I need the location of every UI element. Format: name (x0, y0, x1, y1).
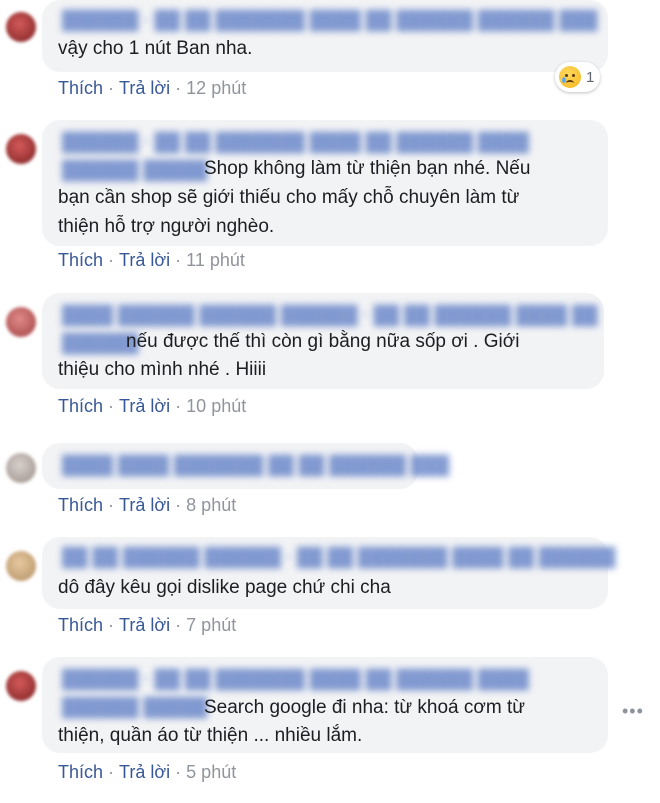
separator: · (175, 495, 182, 515)
comment-text: vậy cho 1 nút Ban nha. (58, 38, 253, 59)
comment-bubble: ██████ · ██ ██ ███████ ████ ██ ██████ ██… (42, 120, 608, 246)
reaction-badge[interactable]: 1 (555, 62, 601, 92)
comment-actions: Thích · Trả lời · 7 phút (58, 615, 236, 636)
reply-link[interactable]: Trả lời (119, 762, 170, 782)
blurred-author-name[interactable]: ██████ · ██ ██ ███████ ████ ██ ██████ ██… (62, 132, 529, 153)
separator: · (108, 396, 115, 416)
blurred-author-name[interactable]: ██████ █████ (62, 160, 207, 181)
reaction-count: 1 (586, 68, 595, 86)
comment-text: thiệu cho mình nhé . Hiiii (58, 359, 267, 380)
comment-time[interactable]: 5 phút (186, 762, 236, 782)
separator: · (108, 615, 115, 635)
reply-link[interactable]: Trả lời (119, 615, 170, 635)
comment-bubble: ██████ · ██ ██ ███████ ████ ██ ██████ ██… (42, 657, 608, 753)
comment-text: dô đây kêu gọi dislike page chứ chi cha (58, 577, 391, 598)
avatar[interactable] (6, 307, 36, 337)
more-options-icon[interactable]: ••• (622, 701, 644, 722)
comment-bubble: ████ ████ ███████ ██ ██ ██████ ███ (42, 443, 449, 489)
separator: · (175, 762, 182, 782)
separator: · (175, 615, 182, 635)
comment-actions: Thích · Trả lời · 5 phút (58, 762, 236, 783)
comment-actions: Thích · Trả lời · 8 phút (58, 495, 236, 516)
like-link[interactable]: Thích (58, 78, 103, 98)
reply-link[interactable]: Trả lời (119, 78, 170, 98)
comment-text: Search google đi nha: từ khoá cơm từ (204, 697, 525, 718)
comment-text: thiện, quần áo từ thiện ... nhiều lắm. (58, 725, 363, 746)
avatar[interactable] (6, 453, 36, 483)
like-link[interactable]: Thích (58, 615, 103, 635)
reply-link[interactable]: Trả lời (119, 396, 170, 416)
like-link[interactable]: Thích (58, 250, 103, 270)
blurred-author-name[interactable]: ██████ · ██ ██ ███████ ████ ██ ██████ ██… (62, 669, 529, 690)
like-link[interactable]: Thích (58, 762, 103, 782)
avatar[interactable] (6, 551, 36, 581)
comment-time[interactable]: 12 phút (186, 78, 246, 98)
comment-actions: Thích · Trả lời · 11 phút (58, 250, 245, 271)
blurred-author-name[interactable]: ████ ████ ███████ ██ ██ ██████ ███ (62, 455, 449, 476)
avatar[interactable] (6, 134, 36, 164)
separator: · (175, 78, 182, 98)
comment-bubble: ████ ██████ ██████ ██████ · ██ ██ ██████… (42, 293, 604, 389)
avatar[interactable] (6, 12, 36, 42)
blurred-author-name[interactable]: ██ ██ ██████ ██████ · ██ ██ ███████ ████… (62, 547, 615, 568)
comment-bubble: ██ ██ ██████ ██████ · ██ ██ ███████ ████… (42, 537, 615, 609)
like-link[interactable]: Thích (58, 495, 103, 515)
reply-link[interactable]: Trả lời (119, 495, 170, 515)
separator: · (108, 762, 115, 782)
comment-time[interactable]: 7 phút (186, 615, 236, 635)
separator: · (108, 78, 115, 98)
avatar[interactable] (6, 671, 36, 701)
blurred-author-name[interactable]: ████ ██████ ██████ ██████ · ██ ██ ██████… (62, 305, 598, 326)
separator: · (108, 495, 115, 515)
comment-actions: Thích · Trả lời · 12 phút (58, 78, 246, 99)
comment-time[interactable]: 8 phút (186, 495, 236, 515)
comment-text: bạn cần shop sẽ giới thiếu cho mấy chỗ c… (58, 187, 520, 208)
comment-text: nếu được thế thì còn gì bằng nữa sốp ơi … (126, 331, 520, 352)
separator: · (108, 250, 115, 270)
comment-bubble: ██████ · ██ ██ ███████ ████ ██ ██████ ██… (42, 0, 608, 72)
separator: · (175, 396, 182, 416)
reply-link[interactable]: Trả lời (119, 250, 170, 270)
comment-actions: Thích · Trả lời · 10 phút (58, 396, 246, 417)
blurred-author-name[interactable]: ██████ · ██ ██ ███████ ████ ██ ██████ ██… (62, 10, 598, 31)
comment-time[interactable]: 10 phút (186, 396, 246, 416)
sad-cry-emoji-icon (559, 66, 581, 88)
comment-time[interactable]: 11 phút (186, 250, 245, 270)
like-link[interactable]: Thích (58, 396, 103, 416)
blurred-author-name[interactable]: ██████ █████ (62, 697, 207, 718)
comment-text: thiện hỗ trợ người nghèo. (58, 216, 275, 237)
comment-text: Shop không làm từ thiện bạn nhé. Nếu (204, 158, 531, 179)
separator: · (175, 250, 182, 270)
